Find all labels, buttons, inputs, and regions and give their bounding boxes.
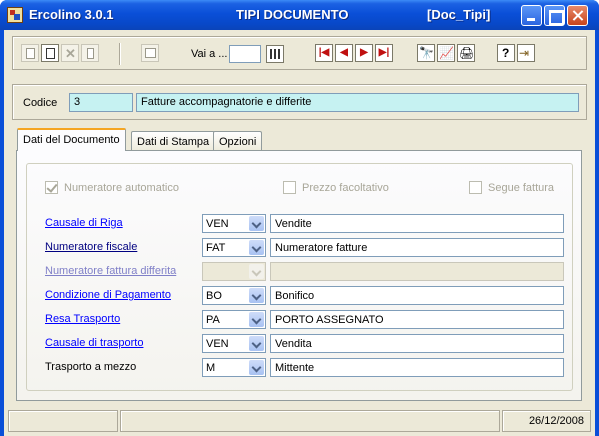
close-button[interactable] xyxy=(567,5,588,26)
causale-trasporto-link[interactable]: Causale di trasporto xyxy=(45,337,143,349)
tab-dati-di-stampa[interactable]: Dati di Stampa xyxy=(131,131,216,152)
causale-riga-select[interactable]: VEN xyxy=(202,214,266,233)
numeratore-differita-select[interactable] xyxy=(202,262,266,281)
record-header: Codice 3 Fatture accompagnatorie e diffe… xyxy=(12,84,587,120)
segue-fattura-checkbox[interactable]: Segue fattura xyxy=(469,181,554,194)
causale-trasporto-description[interactable]: Vendita xyxy=(270,334,564,353)
app-icon[interactable] xyxy=(7,7,23,23)
last-record-button[interactable]: ▶| xyxy=(375,44,393,62)
application-window: Ercolino 3.0.1 TIPI DOCUMENTO [Doc_Tipi]… xyxy=(0,0,599,436)
next-record-icon: ▶ xyxy=(360,47,368,58)
help-icon: ? xyxy=(502,46,510,60)
chevron-down-icon[interactable] xyxy=(249,360,264,375)
trash-icon xyxy=(87,48,94,59)
toolbar: ✕ Vai a ... |◀ ◀ ▶ ▶| 🔭 📈 🖨 ? ⇥ xyxy=(12,36,587,70)
chevron-down-icon[interactable] xyxy=(249,264,264,279)
client-area: ✕ Vai a ... |◀ ◀ ▶ ▶| 🔭 📈 🖨 ? ⇥ Codice 3… xyxy=(4,30,595,436)
previous-record-icon: ◀ xyxy=(340,47,348,58)
causale-riga-code: VEN xyxy=(206,218,229,230)
tab-panel-dati-documento: Numeratore automatico Prezzo facoltativo… xyxy=(16,150,582,401)
numeratore-fiscale-code: FAT xyxy=(206,242,226,254)
edit-record-button[interactable] xyxy=(41,44,59,62)
numeratore-fiscale-link[interactable]: Numeratore fiscale xyxy=(45,241,137,253)
delete-record-button[interactable] xyxy=(81,44,99,62)
causale-riga-link[interactable]: Causale di Riga xyxy=(45,217,123,229)
checkbox-unchecked-icon xyxy=(283,181,296,194)
exit-button[interactable]: ⇥ xyxy=(517,44,535,62)
app-title: Ercolino 3.0.1 xyxy=(29,7,114,22)
save-record-button[interactable] xyxy=(141,44,159,62)
new-document-icon xyxy=(26,48,35,59)
condizione-pagamento-description[interactable]: Bonifico xyxy=(270,286,564,305)
trasporto-mezzo-label: Trasporto a mezzo xyxy=(45,361,137,373)
prezzo-facoltativo-checkbox[interactable]: Prezzo facoltativo xyxy=(283,181,389,194)
trasporto-mezzo-select[interactable]: M xyxy=(202,358,266,377)
chevron-down-icon[interactable] xyxy=(249,312,264,327)
segue-fattura-label: Segue fattura xyxy=(488,182,555,194)
status-date: 26/12/2008 xyxy=(502,410,591,432)
numeratore-fiscale-select[interactable]: FAT xyxy=(202,238,266,257)
binoculars-icon: 🔭 xyxy=(419,46,434,60)
numeratore-differita-link[interactable]: Numeratore fattura differita xyxy=(45,265,176,277)
status-bar: 26/12/2008 xyxy=(8,410,591,432)
chevron-down-icon[interactable] xyxy=(249,288,264,303)
prezzo-facoltativo-label: Prezzo facoltativo xyxy=(302,182,389,194)
resa-trasporto-code: PA xyxy=(206,314,220,326)
resa-trasporto-link[interactable]: Resa Trasporto xyxy=(45,313,120,325)
toolbar-separator xyxy=(119,43,121,65)
next-record-button[interactable]: ▶ xyxy=(355,44,373,62)
help-button[interactable]: ? xyxy=(497,44,515,62)
exit-door-icon: ⇥ xyxy=(519,46,530,60)
numeratore-automatico-checkbox[interactable]: Numeratore automatico xyxy=(45,181,179,194)
descrizione-input[interactable]: Fatture accompagnatorie e differite xyxy=(136,93,579,112)
numeratore-automatico-label: Numeratore automatico xyxy=(64,182,179,194)
maximize-button[interactable] xyxy=(544,5,565,26)
previous-record-button[interactable]: ◀ xyxy=(335,44,353,62)
status-panel-2 xyxy=(120,410,500,432)
trasporto-mezzo-code: M xyxy=(206,362,216,374)
floppy-disk-icon xyxy=(145,48,156,58)
minimize-button[interactable] xyxy=(521,5,542,26)
codice-label: Codice xyxy=(23,97,58,109)
numeratore-differita-description[interactable] xyxy=(270,262,564,281)
chart-button[interactable]: 📈 xyxy=(437,44,455,62)
print-button[interactable]: 🖨 xyxy=(457,44,475,62)
causale-riga-description[interactable]: Vendite xyxy=(270,214,564,233)
causale-trasporto-select[interactable]: VEN xyxy=(202,334,266,353)
calculator-icon[interactable] xyxy=(266,45,284,63)
search-button[interactable]: 🔭 xyxy=(417,44,435,62)
tab-dati-del-documento[interactable]: Dati del Documento xyxy=(17,128,126,151)
tab-opzioni[interactable]: Opzioni xyxy=(213,131,263,152)
window-title: TIPI DOCUMENTO xyxy=(236,7,349,22)
condizione-pagamento-select[interactable]: BO xyxy=(202,286,266,305)
first-record-icon: |◀ xyxy=(318,47,330,58)
vai-a-input[interactable] xyxy=(229,45,261,63)
resa-trasporto-description[interactable]: PORTO ASSEGNATO xyxy=(270,310,564,329)
document-fields-group: Numeratore automatico Prezzo facoltativo… xyxy=(26,163,573,391)
numeratore-fiscale-description[interactable]: Numeratore fatture xyxy=(270,238,564,257)
last-record-icon: ▶| xyxy=(378,47,390,58)
chart-icon: 📈 xyxy=(439,46,454,60)
new-record-button[interactable] xyxy=(21,44,39,62)
printer-icon: 🖨 xyxy=(459,46,475,60)
chevron-down-icon[interactable] xyxy=(249,336,264,351)
vai-a-label: Vai a ... xyxy=(191,48,228,60)
condizione-pagamento-code: BO xyxy=(206,290,222,302)
condizione-pagamento-link[interactable]: Condizione di Pagamento xyxy=(45,289,171,301)
checkbox-checked-icon xyxy=(45,181,58,194)
chevron-down-icon[interactable] xyxy=(249,216,264,231)
causale-trasporto-code: VEN xyxy=(206,338,229,350)
chevron-down-icon[interactable] xyxy=(249,240,264,255)
codice-input[interactable]: 3 xyxy=(69,93,133,112)
cancel-edit-button[interactable]: ✕ xyxy=(61,44,79,62)
table-name-label: [Doc_Tipi] xyxy=(427,7,491,22)
cancel-x-icon: ✕ xyxy=(65,46,76,61)
first-record-button[interactable]: |◀ xyxy=(315,44,333,62)
checkbox-unchecked-icon xyxy=(469,181,482,194)
title-bar[interactable]: Ercolino 3.0.1 TIPI DOCUMENTO [Doc_Tipi] xyxy=(0,0,599,30)
status-panel-1 xyxy=(8,410,118,432)
resa-trasporto-select[interactable]: PA xyxy=(202,310,266,329)
edit-document-icon xyxy=(46,48,55,59)
trasporto-mezzo-description[interactable]: Mittente xyxy=(270,358,564,377)
